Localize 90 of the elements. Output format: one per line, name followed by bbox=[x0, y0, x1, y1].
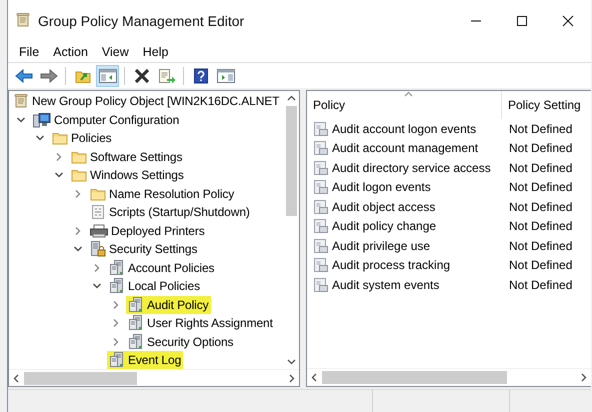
scrollbar-thumb[interactable] bbox=[24, 372, 137, 385]
scrollbar-thumb[interactable] bbox=[286, 106, 297, 216]
tree-item[interactable]: Deployed Printers bbox=[111, 224, 205, 238]
policy-name[interactable]: Audit policy change bbox=[332, 219, 436, 234]
policy-icon bbox=[313, 160, 329, 176]
scroll-left-icon[interactable] bbox=[310, 373, 319, 382]
server-icon bbox=[109, 352, 125, 368]
scroll-up-icon[interactable] bbox=[287, 94, 296, 103]
policy-icon bbox=[313, 198, 329, 215]
expand-chevron-icon[interactable] bbox=[73, 188, 83, 199]
column-header[interactable]: Policy bbox=[307, 91, 502, 119]
scrollbar-thumb[interactable] bbox=[322, 371, 507, 384]
tree-item[interactable]: Computer Configuration bbox=[54, 112, 180, 127]
tree-item[interactable]: New Group Policy Object [WIN2K16DC.ALNET bbox=[32, 94, 280, 108]
policy-setting: Not Defined bbox=[508, 200, 574, 214]
policy-setting: Not Defined bbox=[508, 122, 574, 136]
action-pane-icon bbox=[216, 68, 234, 82]
policy-setting: Not Defined bbox=[508, 141, 574, 156]
tree-item[interactable]: Security Settings bbox=[109, 242, 198, 256]
window-title: Group Policy Management Editor bbox=[38, 13, 244, 29]
policy-setting: Not Defined bbox=[508, 258, 574, 272]
tree-item[interactable]: Windows Settings bbox=[90, 168, 184, 182]
policy-name[interactable]: Audit system events bbox=[332, 278, 440, 292]
policy-setting: Not Defined bbox=[508, 180, 574, 194]
scroll-right-icon[interactable] bbox=[287, 374, 296, 383]
scroll-right-icon[interactable] bbox=[579, 373, 588, 382]
tree-item[interactable]: Audit Policy bbox=[147, 298, 208, 312]
tree-item[interactable]: Scripts (Startup/Shutdown) bbox=[109, 205, 250, 220]
scroll-down-icon[interactable] bbox=[287, 357, 296, 366]
delete-icon bbox=[134, 68, 150, 84]
tree-item[interactable]: Event Log bbox=[128, 353, 182, 368]
tree-item[interactable]: User Rights Assignment bbox=[147, 316, 273, 330]
tree-item[interactable]: Name Resolution Policy bbox=[109, 186, 234, 201]
tree-item[interactable]: Policies bbox=[71, 131, 112, 146]
policy-name[interactable]: Audit directory service access bbox=[332, 160, 491, 175]
expand-chevron-icon[interactable] bbox=[111, 300, 121, 310]
policy-icon bbox=[313, 257, 329, 274]
help-icon bbox=[192, 68, 208, 84]
menu-item[interactable]: Help bbox=[136, 45, 176, 59]
tree-item[interactable]: Software Settings bbox=[90, 150, 182, 164]
horizontal-scrollbar[interactable] bbox=[9, 369, 299, 386]
computer-icon bbox=[33, 112, 51, 128]
policy-icon bbox=[313, 238, 329, 254]
policy-setting: Not Defined bbox=[508, 278, 574, 292]
policy-setting: Not Defined bbox=[508, 219, 574, 234]
export-icon bbox=[158, 68, 176, 84]
policy-icon bbox=[313, 179, 329, 196]
back-arrow-icon bbox=[14, 68, 32, 82]
tree-item[interactable]: Security Options bbox=[147, 334, 234, 349]
expand-chevron-icon[interactable] bbox=[73, 226, 83, 236]
column-header[interactable]: Policy Setting bbox=[502, 91, 591, 119]
server-icon bbox=[109, 278, 125, 294]
policy-name[interactable]: Audit account logon events bbox=[332, 122, 476, 136]
policy-setting: Not Defined bbox=[508, 160, 574, 175]
expand-chevron-icon[interactable] bbox=[111, 336, 121, 347]
server-icon bbox=[128, 296, 144, 313]
collapse-chevron-icon[interactable] bbox=[16, 114, 26, 125]
folder-icon bbox=[52, 130, 68, 146]
policy-icon bbox=[313, 276, 329, 293]
app-scroll-icon bbox=[15, 12, 31, 28]
policy-setting: Not Defined bbox=[508, 238, 574, 253]
menu-item[interactable]: View bbox=[94, 45, 136, 59]
policy-name[interactable]: Audit process tracking bbox=[332, 258, 450, 272]
server-icon bbox=[128, 334, 144, 350]
printer-icon bbox=[90, 222, 108, 239]
policy-name[interactable]: Audit privilege use bbox=[332, 238, 430, 253]
policy-name[interactable]: Audit logon events bbox=[332, 180, 431, 194]
tree-pane-icon bbox=[98, 68, 116, 82]
tree-item[interactable]: Local Policies bbox=[128, 279, 200, 294]
policy-name[interactable]: Audit account management bbox=[332, 141, 478, 156]
policy-icon bbox=[313, 120, 329, 137]
expand-chevron-icon[interactable] bbox=[54, 152, 64, 162]
server-icon bbox=[128, 315, 144, 332]
folder-icon bbox=[71, 167, 87, 184]
expand-chevron-icon[interactable] bbox=[111, 318, 121, 328]
server-icon bbox=[109, 260, 125, 276]
scroll-icon bbox=[13, 93, 29, 110]
menu-item[interactable]: Action bbox=[46, 45, 95, 59]
policy-icon bbox=[313, 218, 329, 234]
expand-chevron-icon[interactable] bbox=[92, 262, 102, 273]
menu-item[interactable]: File bbox=[12, 45, 46, 59]
script-icon bbox=[90, 204, 106, 220]
policy-name[interactable]: Audit object access bbox=[332, 200, 436, 214]
policy-icon bbox=[313, 140, 329, 156]
horizontal-scrollbar[interactable] bbox=[307, 368, 591, 386]
tree-item[interactable]: Account Policies bbox=[128, 260, 214, 275]
forward-arrow-icon bbox=[40, 68, 58, 82]
tree-pane-button[interactable] bbox=[96, 64, 119, 86]
server-lock-icon bbox=[90, 241, 106, 258]
scroll-left-icon[interactable] bbox=[12, 374, 21, 383]
